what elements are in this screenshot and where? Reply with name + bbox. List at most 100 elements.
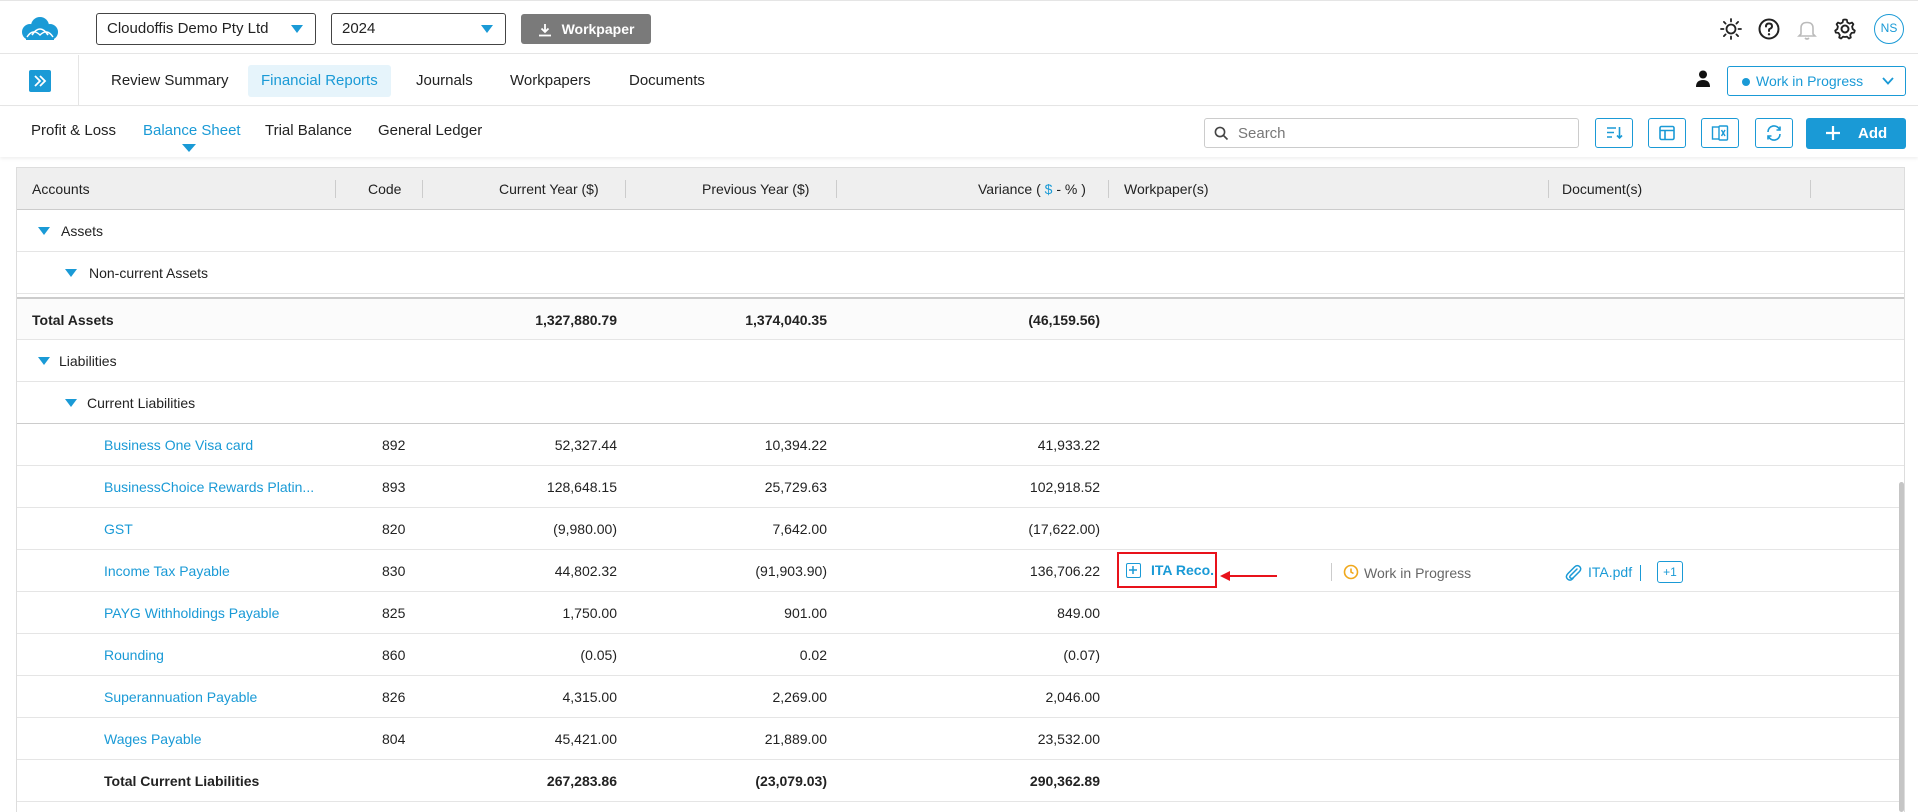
group-label: Assets: [61, 223, 104, 239]
subtab-general-ledger[interactable]: General Ledger: [378, 122, 482, 139]
col-documents[interactable]: Document(s): [1562, 181, 1642, 197]
collapse-triangle-icon[interactable]: [38, 357, 50, 365]
collapse-triangle-icon[interactable]: [65, 269, 77, 277]
status-dot: [1742, 78, 1750, 86]
main-nav: Review Summary Financial Reports Journal…: [0, 55, 1918, 106]
status-dropdown-value: Work in Progress: [1756, 73, 1864, 89]
group-row-non-current-assets[interactable]: Non-current Assets: [17, 252, 1904, 294]
chevron-down-icon: [1882, 77, 1894, 85]
cell-divider: [1640, 565, 1641, 581]
tab-financial-reports[interactable]: Financial Reports: [248, 65, 391, 97]
table-header: Accounts Code Current Year ($) Previous …: [17, 167, 1904, 210]
bell-icon[interactable]: [1795, 17, 1819, 41]
avatar[interactable]: NS: [1874, 14, 1904, 44]
subtab-profit-loss[interactable]: Profit & Loss: [31, 122, 116, 139]
current-year-value: 128,648.15: [546, 479, 617, 495]
group-row-liabilities[interactable]: Liabilities: [17, 340, 1904, 382]
red-arrow-annotation: [1220, 571, 1277, 581]
variance-value: 849.00: [1057, 605, 1100, 621]
total-variance: (46,159.56): [1028, 312, 1100, 328]
column-separator[interactable]: [1548, 180, 1549, 198]
sun-icon[interactable]: [1719, 17, 1743, 41]
current-year-value: 45,421.00: [554, 731, 617, 747]
col-current-year[interactable]: Current Year ($): [499, 181, 599, 197]
balance-sheet-table: Accounts Code Current Year ($) Previous …: [16, 167, 1905, 812]
current-year-value: 44,802.32: [554, 563, 617, 579]
variance-value: 41,933.22: [1037, 437, 1100, 453]
search-input[interactable]: [1204, 118, 1579, 148]
year-select[interactable]: 2024: [331, 13, 506, 45]
chevron-down-icon: [481, 25, 493, 33]
report-toolbar: Profit & Loss Balance Sheet Trial Balanc…: [0, 107, 1918, 157]
chevron-down-icon: [291, 25, 303, 33]
table-row: Wages Payable 804 45,421.00 21,889.00 23…: [17, 718, 1904, 760]
column-separator[interactable]: [1108, 180, 1109, 198]
variance-suffix: - % ): [1052, 181, 1086, 197]
group-row-assets[interactable]: Assets: [17, 210, 1904, 252]
table-row: PAYG Withholdings Payable 825 1,750.00 9…: [17, 592, 1904, 634]
gear-icon[interactable]: [1833, 17, 1857, 41]
account-link[interactable]: Business One Visa card: [104, 437, 253, 453]
account-link[interactable]: Rounding: [104, 647, 164, 663]
group-label: Non-current Assets: [89, 265, 209, 281]
expand-sidebar-button[interactable]: [29, 70, 51, 92]
current-year-value: (9,980.00): [553, 521, 617, 537]
column-separator[interactable]: [422, 180, 423, 198]
col-accounts[interactable]: Accounts: [32, 181, 90, 197]
table-row: Business One Visa card 892 52,327.44 10,…: [17, 424, 1904, 466]
variance-value: 136,706.22: [1029, 563, 1100, 579]
col-workpapers[interactable]: Workpaper(s): [1124, 181, 1209, 197]
account-link[interactable]: GST: [104, 521, 133, 537]
person-icon[interactable]: [1695, 70, 1711, 88]
active-tab-indicator: [182, 144, 196, 152]
variance-value: (17,622.00): [1028, 521, 1100, 537]
col-code[interactable]: Code: [368, 181, 401, 197]
collapse-triangle-icon[interactable]: [38, 227, 50, 235]
current-year-value: 4,315.00: [562, 689, 618, 705]
column-separator[interactable]: [625, 180, 626, 198]
collapse-triangle-icon[interactable]: [65, 399, 77, 407]
column-separator[interactable]: [836, 180, 837, 198]
previous-year-value: 25,729.63: [764, 479, 827, 495]
add-button[interactable]: Add: [1806, 118, 1906, 149]
account-code: 804: [382, 731, 406, 747]
col-variance[interactable]: Variance ( $ - % ): [978, 181, 1086, 197]
variance-value: 23,532.00: [1037, 731, 1100, 747]
tab-journals[interactable]: Journals: [403, 65, 486, 97]
refresh-button[interactable]: [1755, 118, 1793, 148]
search-icon: [1214, 126, 1229, 141]
account-link[interactable]: PAYG Withholdings Payable: [104, 605, 279, 621]
table-row: BusinessChoice Rewards Platin... 893 128…: [17, 466, 1904, 508]
group-row-current-liabilities[interactable]: Current Liabilities: [17, 382, 1904, 424]
status-dropdown[interactable]: Work in Progress: [1727, 66, 1906, 96]
sort-button[interactable]: [1595, 118, 1633, 148]
document-link[interactable]: ITA.pdf: [1588, 564, 1632, 580]
group-label: Liabilities: [59, 353, 117, 369]
column-separator[interactable]: [335, 180, 336, 198]
col-previous-year[interactable]: Previous Year ($): [702, 181, 809, 197]
workpaper-link[interactable]: ITA Reco.: [1151, 562, 1214, 578]
company-select[interactable]: Cloudoffis Demo Pty Ltd: [96, 13, 316, 45]
year-select-value: 2024: [342, 20, 376, 37]
tab-review-summary[interactable]: Review Summary: [98, 65, 242, 97]
subtab-balance-sheet[interactable]: Balance Sheet: [143, 122, 241, 139]
tab-workpapers[interactable]: Workpapers: [497, 65, 604, 97]
cloudoffis-logo[interactable]: [18, 13, 62, 43]
previous-year-value: 10,394.22: [764, 437, 827, 453]
account-link[interactable]: Superannuation Payable: [104, 689, 257, 705]
workpaper-button[interactable]: Workpaper: [521, 14, 651, 44]
subtab-trial-balance[interactable]: Trial Balance: [265, 122, 352, 139]
account-link[interactable]: BusinessChoice Rewards Platin...: [104, 479, 314, 495]
more-documents-badge[interactable]: +1: [1657, 561, 1683, 583]
help-icon[interactable]: [1757, 17, 1781, 41]
vertical-scrollbar[interactable]: [1899, 482, 1904, 812]
tab-documents[interactable]: Documents: [616, 65, 718, 97]
account-link[interactable]: Income Tax Payable: [104, 563, 230, 579]
add-workpaper-icon[interactable]: [1126, 563, 1141, 578]
table-layout-button[interactable]: [1648, 118, 1686, 148]
current-year-value: (0.05): [580, 647, 617, 663]
table-row: GST 820 (9,980.00) 7,642.00 (17,622.00): [17, 508, 1904, 550]
column-separator[interactable]: [1810, 180, 1811, 198]
export-excel-button[interactable]: [1701, 118, 1739, 148]
account-link[interactable]: Wages Payable: [104, 731, 202, 747]
